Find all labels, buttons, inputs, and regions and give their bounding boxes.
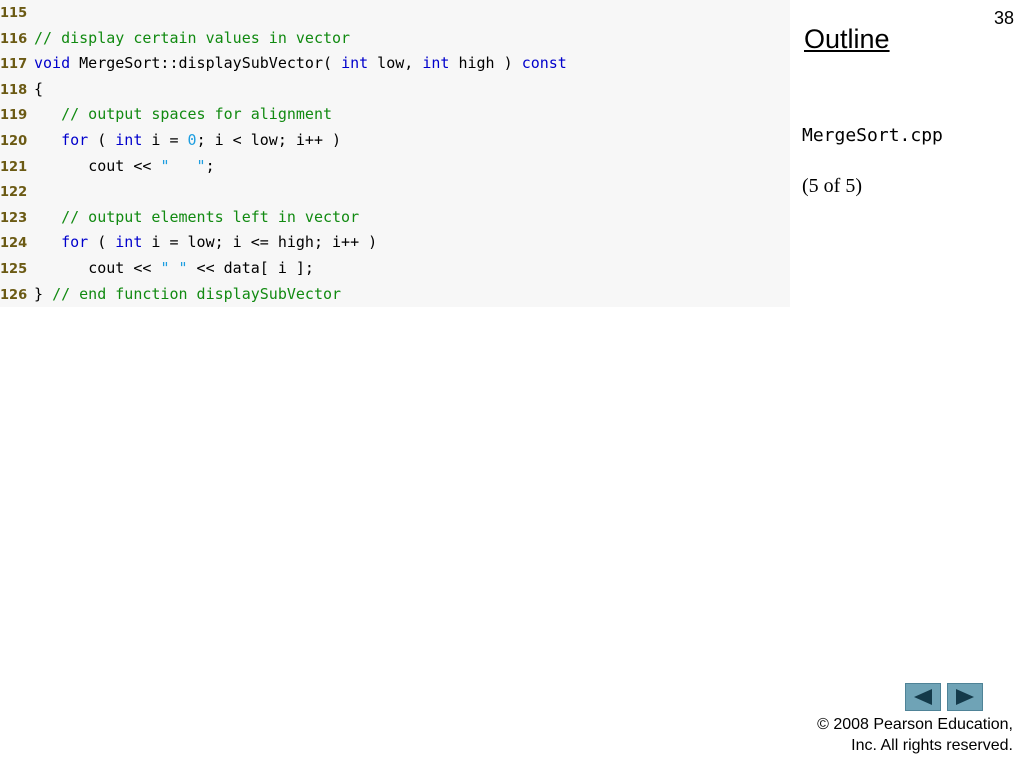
code-token: ( [88, 131, 116, 149]
code-line: 116 // display certain values in vector [0, 26, 790, 51]
line-number: 123 [0, 210, 28, 226]
line-number: 117 [0, 57, 28, 73]
outline-link[interactable]: Outline [804, 24, 890, 55]
line-number: 125 [0, 262, 28, 277]
previous-slide-button[interactable] [905, 683, 941, 711]
next-slide-button[interactable] [947, 683, 983, 711]
code-token: // end function displaySubVector [52, 284, 342, 303]
code-line: 120 for ( int i = 0; i < low; i++ ) [0, 128, 790, 153]
code-token: i = low; i <= high; i++ ) [142, 233, 378, 252]
code-token: int [115, 131, 143, 149]
page-number: 38 [993, 8, 1014, 28]
code-token: const [521, 54, 567, 73]
line-number: 115 [0, 6, 28, 21]
code-token: { [34, 79, 44, 98]
file-name-label: MergeSort.cpp [802, 125, 943, 146]
line-number: 121 [0, 159, 28, 175]
code-line: 118 { [0, 77, 790, 102]
code-line: 119 // output spaces for alignment [0, 102, 790, 127]
code-line: 117 void MergeSort::displaySubVector( int… [0, 51, 790, 76]
code-token: // output spaces for alignment [61, 105, 333, 124]
code-token: " " [160, 156, 206, 175]
part-label: (5 of 5) [802, 175, 862, 197]
code-line: 125 cout << " " << data[ i ]; [0, 256, 790, 281]
code-token: for [61, 233, 89, 252]
code-token: high ) [449, 54, 522, 73]
code-token: ; [205, 156, 215, 175]
code-token: i = [142, 131, 188, 149]
line-number: 116 [0, 31, 28, 47]
code-token: void [34, 54, 71, 73]
code-token: } [34, 284, 53, 303]
code-token: " " [160, 259, 188, 277]
code-token: for [61, 131, 89, 149]
line-number: 119 [0, 108, 28, 124]
code-token: 0 [187, 131, 197, 149]
code-token: MergeSort::displaySubVector( [70, 54, 342, 73]
code-listing: 115 116 // display certain values in vecto… [0, 0, 790, 307]
code-token: // display certain values in vector [34, 28, 351, 47]
code-line: 121 cout << " "; [0, 154, 790, 179]
code-token: ; i < low; i++ ) [196, 131, 342, 149]
code-token: int [422, 54, 450, 73]
code-token: cout << [88, 156, 161, 175]
copyright-line-2: Inc. All rights reserved. [851, 737, 1013, 754]
code-line: 126} // end function displaySubVector [0, 282, 790, 307]
triangle-left-icon [914, 689, 932, 705]
triangle-right-icon [956, 689, 974, 705]
code-token: int [341, 54, 369, 73]
code-line: 123 // output elements left in vector [0, 205, 790, 230]
code-token: << data[ i ]; [187, 259, 314, 277]
code-line: 122 [0, 179, 790, 204]
line-number: 122 [0, 185, 28, 201]
copyright-line-1: © 2008 Pearson Education, [817, 716, 1013, 733]
line-number: 120 [0, 134, 28, 149]
code-token: int [115, 233, 143, 252]
code-token: cout << [88, 259, 161, 277]
line-number: 126 [0, 287, 28, 303]
line-number: 118 [0, 82, 28, 98]
code-token: low, [368, 54, 423, 73]
line-number: 124 [0, 236, 28, 252]
code-token: // output elements left in vector [61, 207, 360, 226]
code-line: 124 for ( int i = low; i <= high; i++ ) [0, 230, 790, 255]
code-line: 115 [0, 0, 790, 25]
copyright-notice: © 2008 Pearson Education, Inc. All right… [773, 714, 1013, 756]
code-token: ( [88, 233, 116, 252]
